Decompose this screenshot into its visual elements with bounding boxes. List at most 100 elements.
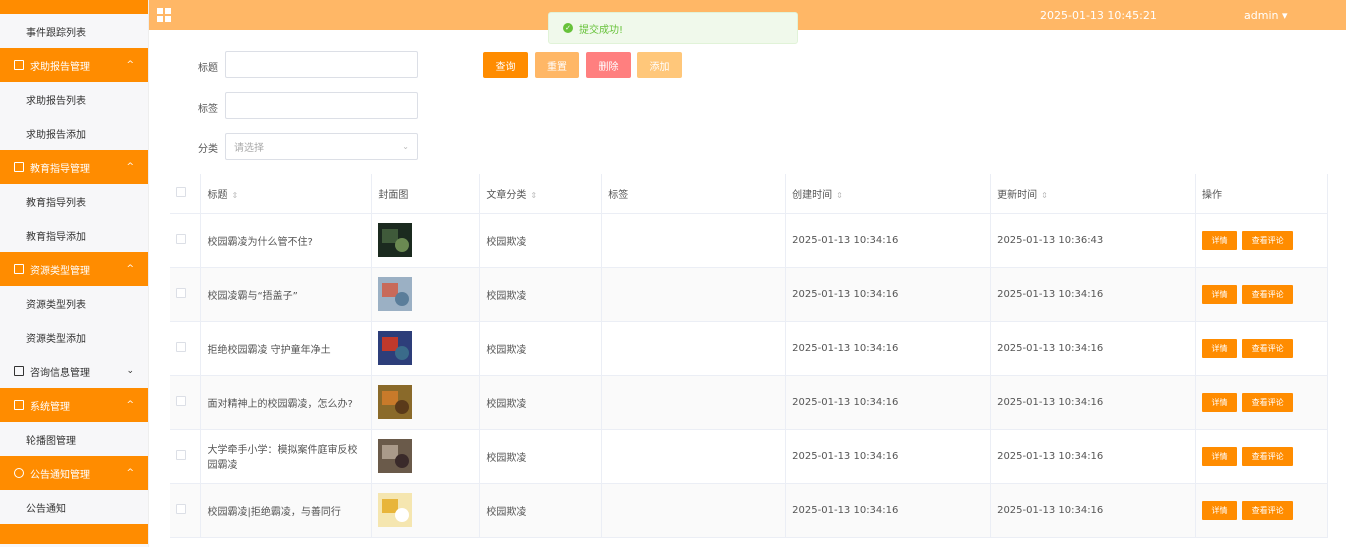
row-checkbox[interactable] [176, 503, 186, 514]
document-edit-icon [14, 366, 24, 376]
article-title: 面对精神上的校园霸凌，怎么办? [207, 398, 353, 410]
sidebar-item-label: 教育指导添加 [26, 231, 86, 243]
row-checkbox[interactable] [176, 449, 186, 460]
view-comments-button[interactable]: 查看评论 [1242, 500, 1294, 520]
title-filter-input[interactable] [225, 51, 418, 78]
delete-button[interactable]: 删除 [586, 52, 631, 78]
view-comments-button[interactable]: 查看评论 [1242, 392, 1294, 412]
reset-button[interactable]: 重置 [535, 52, 579, 78]
table-row[interactable]: 大学牵手小学：模拟案件庭审反校园霸凌 校园欺凌 2025-01-13 10:34:1… [170, 429, 1329, 484]
cover-image[interactable] [378, 223, 413, 257]
sidebar-group[interactable]: 咨询信息管理 ⌄ [0, 354, 148, 388]
sidebar-item[interactable]: 事件跟踪列表 [0, 14, 148, 48]
sidebar-item[interactable]: 资源类型列表 [0, 286, 148, 320]
sidebar-group[interactable]: 资源类型管理 ^ [0, 252, 148, 286]
sort-icon[interactable]: ⇕ [530, 191, 537, 200]
sidebar-bottom-group[interactable] [0, 524, 148, 544]
detail-button[interactable]: 详情 [1201, 392, 1237, 412]
header-tags: 标签 [601, 174, 787, 214]
row-select-cell[interactable] [170, 483, 202, 538]
header-updated[interactable]: 更新时间 ⇕ [990, 174, 1196, 214]
sidebar-item[interactable]: 求助报告列表 [0, 82, 148, 116]
cover-image[interactable] [378, 277, 413, 311]
table-header-row: 标题 ⇕ 封面图 文章分类 ⇕ 标签 创建时间 ⇕ 更新时间 ⇕ 操作 [170, 174, 1329, 214]
sidebar-item[interactable]: 求助报告添加 [0, 116, 148, 150]
header-title[interactable]: 标题 ⇕ [200, 174, 373, 214]
sidebar-group-label: 资源类型管理 [30, 265, 90, 277]
view-comments-button[interactable]: 查看评论 [1242, 284, 1294, 304]
table-row[interactable]: 校园霸凌|拒绝霸凌，与善同行 校园欺凌 2025-01-13 10:34:16 202… [170, 483, 1329, 538]
row-checkbox[interactable] [176, 341, 186, 352]
sidebar-item[interactable]: 教育指导列表 [0, 184, 148, 218]
grid-menu-icon[interactable] [157, 8, 171, 22]
header-created[interactable]: 创建时间 ⇕ [785, 174, 992, 214]
cover-image[interactable] [378, 439, 413, 473]
sort-icon[interactable]: ⇕ [836, 191, 843, 200]
category-select[interactable]: 请选择 ⌄ [225, 133, 418, 160]
sidebar-item[interactable]: 资源类型添加 [0, 320, 148, 354]
sidebar-group-label: 教育指导管理 [30, 163, 90, 175]
created-time: 2025-01-13 10:34:16 [792, 234, 899, 246]
header-cover-label: 封面图 [378, 189, 409, 201]
cell-updated: 2025-01-13 10:34:16 [990, 321, 1196, 376]
created-time: 2025-01-13 10:34:16 [792, 342, 899, 354]
detail-button[interactable]: 详情 [1201, 284, 1237, 304]
cell-ops: 详情 查看评论 [1195, 429, 1329, 484]
row-select-cell[interactable] [170, 375, 202, 430]
table-row[interactable]: 校园霸凌为什么管不住? 校园欺凌 2025-01-13 10:34:16 2025-0… [170, 213, 1329, 268]
app-root: 事件跟踪列表 求助报告管理 ^ 求助报告列表 求助报告添加 教育指导管理 ^ 教育指导列表 教育… [0, 0, 1346, 547]
select-all-cell[interactable] [170, 174, 202, 214]
sidebar-item[interactable]: 教育指导添加 [0, 218, 148, 252]
chevron-up-icon: ^ [126, 162, 134, 172]
user-menu[interactable]: admin ▾ [1244, 9, 1288, 22]
article-category: 校园欺凌 [486, 452, 527, 464]
detail-button[interactable]: 详情 [1201, 338, 1237, 358]
query-button[interactable]: 查询 [483, 52, 528, 78]
select-all-checkbox[interactable] [176, 186, 186, 197]
sort-icon[interactable]: ⇕ [1041, 191, 1048, 200]
cell-created: 2025-01-13 10:34:16 [785, 267, 992, 322]
sidebar-item-label: 资源类型添加 [26, 333, 86, 345]
row-checkbox[interactable] [176, 287, 186, 298]
sort-icon[interactable]: ⇕ [231, 191, 238, 200]
header-created-label: 创建时间 [792, 189, 833, 201]
article-category: 校园欺凌 [486, 344, 527, 356]
view-comments-button[interactable]: 查看评论 [1242, 230, 1294, 250]
table-row[interactable]: 面对精神上的校园霸凌，怎么办? 校园欺凌 2025-01-13 10:34:16 20… [170, 375, 1329, 430]
detail-button[interactable]: 详情 [1201, 230, 1237, 250]
sidebar-group[interactable]: 系统管理 ^ [0, 388, 148, 422]
view-comments-button[interactable]: 查看评论 [1242, 338, 1294, 358]
tag-filter-input[interactable] [225, 92, 418, 119]
table-row[interactable]: 拒绝校园霸凌 守护童年净土 校园欺凌 2025-01-13 10:34:16 2025… [170, 321, 1329, 376]
category-filter-label: 分类 [198, 144, 218, 155]
cover-image[interactable] [378, 493, 413, 527]
row-select-cell[interactable] [170, 267, 202, 322]
table-row[interactable]: 校园凌霸与“捂盖子” 校园欺凌 2025-01-13 10:34:16 2025-01… [170, 267, 1329, 322]
article-title: 大学牵手小学：模拟案件庭审反校园霸凌 [207, 445, 358, 471]
cell-category: 校园欺凌 [479, 375, 603, 430]
sidebar-item[interactable]: 轮播图管理 [0, 422, 148, 456]
row-select-cell[interactable] [170, 429, 202, 484]
check-circle-icon: ✓ [563, 23, 573, 33]
add-button[interactable]: 添加 [637, 52, 682, 78]
row-checkbox[interactable] [176, 395, 186, 406]
cell-created: 2025-01-13 10:34:16 [785, 483, 992, 538]
cover-image[interactable] [378, 385, 413, 419]
sidebar-group[interactable]: 求助报告管理 ^ [0, 48, 148, 82]
sidebar-item[interactable]: 公告通知 [0, 490, 148, 524]
sidebar-top-group[interactable] [0, 0, 148, 14]
cover-image[interactable] [378, 331, 413, 365]
header-category[interactable]: 文章分类 ⇕ [479, 174, 603, 214]
row-select-cell[interactable] [170, 213, 202, 268]
sidebar-group[interactable]: 公告通知管理 ^ [0, 456, 148, 490]
row-checkbox[interactable] [176, 233, 186, 244]
view-comments-button[interactable]: 查看评论 [1242, 446, 1294, 466]
detail-button[interactable]: 详情 [1201, 500, 1237, 520]
detail-button[interactable]: 详情 [1201, 446, 1237, 466]
updated-time: 2025-01-13 10:34:16 [997, 396, 1104, 408]
sidebar-group[interactable]: 教育指导管理 ^ [0, 150, 148, 184]
cell-ops: 详情 查看评论 [1195, 267, 1329, 322]
row-select-cell[interactable] [170, 321, 202, 376]
cell-updated: 2025-01-13 10:34:16 [990, 429, 1196, 484]
cell-title: 校园凌霸与“捂盖子” [200, 267, 373, 322]
